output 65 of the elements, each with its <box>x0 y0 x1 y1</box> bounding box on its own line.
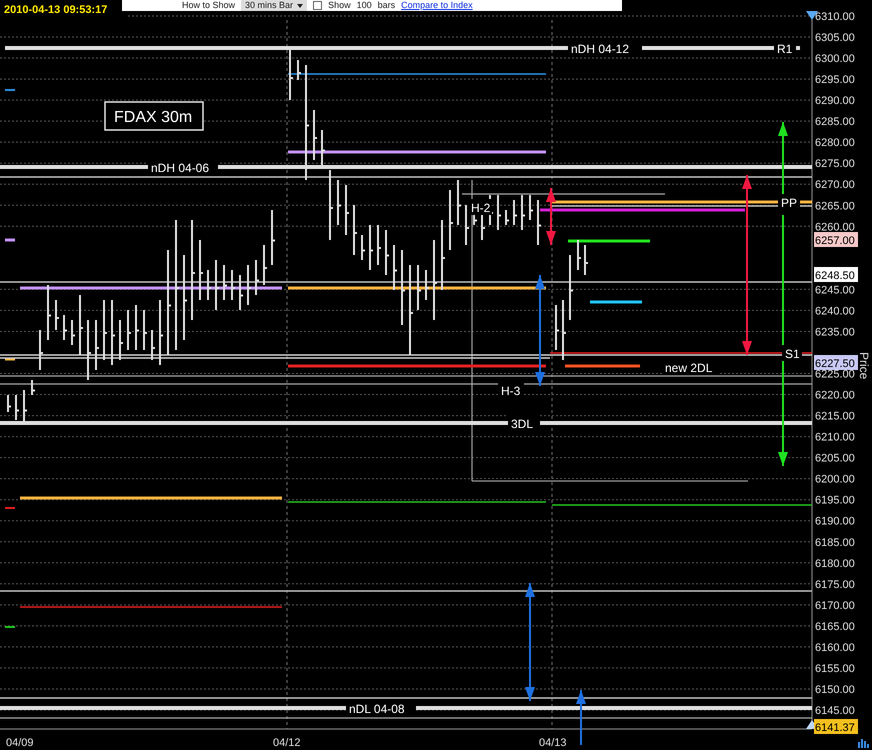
caret-icon <box>297 4 304 8</box>
price-tick: 6280.00 <box>815 137 855 150</box>
interval-dropdown[interactable]: 30 mins Bar <box>241 0 308 11</box>
up-arrow-icon <box>576 690 586 745</box>
double-arrow-icon <box>742 175 752 355</box>
price-tick: 6305.00 <box>815 32 855 44</box>
price-tick: 6200.00 <box>815 474 855 486</box>
date-label: 04/13 <box>539 737 567 749</box>
double-arrow-icon <box>546 188 556 245</box>
price-tag: 6141.37 <box>814 719 858 734</box>
price-tag: 6257.00 <box>814 232 858 247</box>
how-to-show-label: How to Show <box>182 0 236 11</box>
price-tick: 6245.00 <box>815 284 855 296</box>
price-tag: 6227.50 <box>814 355 858 370</box>
price-tick: 6225.00 <box>815 368 855 380</box>
price-tag: 6248.50 <box>814 267 858 282</box>
compare-link[interactable]: Compare to Index <box>401 0 473 11</box>
price-tick: 6185.00 <box>815 536 855 549</box>
price-tick: 6275.00 <box>815 158 855 170</box>
price-tick: 6265.00 <box>815 200 855 212</box>
level-line <box>590 300 642 304</box>
price-tick: 6155.00 <box>815 662 855 675</box>
price-tick: 6175.00 <box>815 578 855 591</box>
level-label: H-2 <box>468 199 492 215</box>
show-label: Show <box>328 0 351 11</box>
price-tick: 6165.00 <box>815 620 855 633</box>
price-tick: 6260.00 <box>815 221 855 234</box>
double-arrow-icon <box>525 583 535 701</box>
price-tick: 6180.00 <box>815 558 855 570</box>
double-arrow-icon <box>535 275 545 386</box>
bars-label: bars <box>378 0 396 11</box>
price-tick: 6170.00 <box>815 600 855 612</box>
price-tick: 6145.00 <box>815 705 855 717</box>
price-tick: 6215.00 <box>815 410 855 423</box>
level-line <box>5 626 15 628</box>
date-label: 04/12 <box>273 737 301 749</box>
price-tick: 6205.00 <box>815 452 855 465</box>
level-label: S1 <box>782 345 802 361</box>
price-tick: 6210.00 <box>815 432 855 444</box>
level-line <box>5 89 15 91</box>
price-tick: 6195.00 <box>815 494 855 507</box>
level-label: H-3 <box>498 382 524 398</box>
price-tick: 6290.00 <box>815 95 855 108</box>
level-line <box>5 507 15 509</box>
price-tick: 6270.00 <box>815 179 855 192</box>
price-tick: 6240.00 <box>815 305 855 318</box>
price-tick: 6160.00 <box>815 642 855 654</box>
level-line <box>5 238 15 242</box>
price-tick: 6220.00 <box>815 390 855 402</box>
price-tick: 6310.00 <box>815 11 855 23</box>
up-arrow-icon <box>778 122 788 195</box>
price-tick: 6190.00 <box>815 516 855 528</box>
axis-title: Price <box>857 352 871 380</box>
level-label: PP <box>778 194 800 210</box>
chart-icon <box>858 739 869 748</box>
chart-title: FDAX 30m <box>104 101 204 131</box>
price-tick: 6300.00 <box>815 53 855 66</box>
price-tick: 6285.00 <box>815 116 855 128</box>
price-tick: 6235.00 <box>815 326 855 338</box>
show-checkbox[interactable] <box>313 1 322 10</box>
bars-count: 100 <box>356 0 372 11</box>
date-label: 04/09 <box>6 737 34 749</box>
price-tick: 6295.00 <box>815 74 855 86</box>
level-label: 3DL <box>508 415 540 431</box>
price-tick: 6150.00 <box>815 684 855 696</box>
